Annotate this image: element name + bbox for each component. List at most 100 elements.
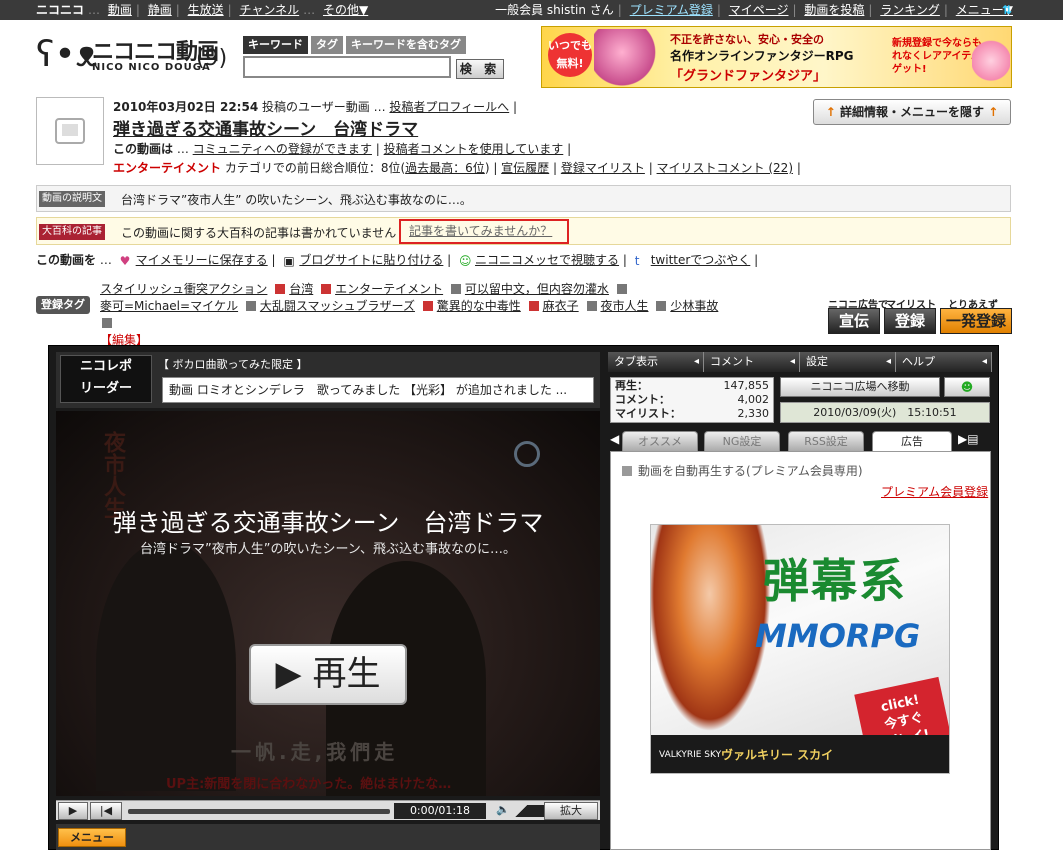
users-icon[interactable]: ☻ [944,377,990,397]
heart-icon: ♥ [119,254,131,268]
save-memory-link[interactable]: マイメモリーに保存する [136,253,268,267]
rank-text: カテゴリでの前日総合順位：8位( [224,161,406,175]
tag-item[interactable]: 大乱闘スマッシュブラザーズ [260,298,415,315]
seek-bar[interactable] [128,809,390,814]
dic-icon[interactable] [102,318,112,328]
twitter-link[interactable]: twitterでつぶやく [651,253,751,267]
mylist-register-button[interactable]: 登録 [884,308,936,334]
dic-icon[interactable] [246,301,257,311]
tab-rss-settings[interactable]: RSS設定 [788,431,864,451]
dic-icon[interactable] [586,301,597,311]
nav-ranking[interactable]: ランキング [880,3,940,17]
panel-tab-display[interactable]: タブ表示 [608,352,704,372]
stat-value: 4,002 [737,393,770,406]
panel-tab-settings[interactable]: 設定 [800,352,896,372]
nicorepo-news[interactable]: 動画 ロミオとシンデレラ 歌ってみました 【光彩】 が追加されました ... [162,377,594,403]
tag-list: スタイリッシュ衝突アクション 台湾 エンターテイメント 可以留中文，但内容勿灌水… [100,281,730,349]
stat-mylists: マイリスト： 2,330 [615,407,769,421]
tag-item[interactable]: 台湾 [289,281,313,298]
current-datetime: 2010/03/09(火) 15:10:51 [780,402,990,423]
tab-ads[interactable]: 広告 [872,431,952,452]
premium-link[interactable]: プレミアム登録 [630,3,713,17]
search-input[interactable] [243,56,451,78]
plaza-button[interactable]: ニコニコ広場へ移動 [780,377,940,397]
panel-tab-help[interactable]: ヘルプ [896,352,992,372]
tab-scroll-right-icon[interactable]: ▶▤ [958,432,979,446]
quick-register-button[interactable]: 一発登録 [940,308,1012,334]
tag-item[interactable]: 少林事故 [670,298,718,315]
expand-button[interactable]: 拡大 [544,802,598,820]
share-actions: この動画を … ♥ マイメモリーに保存する | ▣ ブログサイトに貼り付ける | ☺… [36,253,759,268]
users-icon: ☺ [459,254,472,268]
mylist-comment-link[interactable]: マイリストコメント (22) [657,161,793,175]
ad-button[interactable]: 宣伝 [828,308,880,334]
tab-scroll-left-icon[interactable]: ◀ [610,432,619,446]
tag-button[interactable]: 登録タグ [36,296,90,314]
search-button[interactable]: 検 索 [456,59,504,79]
scroll-toggle-icon[interactable]: ⇅ [1002,0,1013,20]
nav-seiga[interactable]: 静画 [148,3,172,17]
category-name[interactable]: エンターテイメント [113,161,221,175]
tag-item[interactable]: スタイリッシュ衝突アクション [100,281,267,298]
ad-game-bar: VALKYRIE SKY ヴァルキリー スカイ [651,735,949,773]
blog-embed-link[interactable]: ブログサイトに貼り付ける [299,253,443,267]
dic-icon[interactable] [656,301,667,311]
tag-item[interactable]: 驚異的な中毒性 [437,298,521,315]
mylist-registered-link[interactable]: 登録マイリスト [561,161,645,175]
arrow-up-icon: ↑ [988,105,999,119]
uploader-profile-link[interactable]: 投稿者プロフィールへ [389,100,509,114]
messe-link[interactable]: ニコニコメッセで視聴する [475,253,619,267]
rank-close: ) [484,161,490,175]
nav-douga[interactable]: 動画 [108,3,132,17]
site-logo[interactable]: ʕ•ᴥ ニコニコ動画 NICO NICO DOUGA (9) [36,32,236,80]
global-nav-left: ニコニコ… 動画 | 静画 | 生放送 | チャンネル… その他▼ [36,3,369,17]
panel-ad-banner[interactable]: 弾幕系 MMORPG click!今すぐプレイ! VALKYRIE SKYヴァル… [650,524,950,774]
play-icon[interactable]: ▶ [58,802,88,820]
dic-icon[interactable] [528,301,539,311]
search-tab-keyword-tag[interactable]: キーワードを含むタグ [346,36,466,54]
ad-free-badge: いつでも無料! [548,33,592,77]
tag-item[interactable]: エンターテイメント [335,281,443,298]
search-tab-tag[interactable]: タグ [311,36,343,54]
checkbox-icon[interactable] [622,466,632,476]
nav-live[interactable]: 生放送 [188,3,224,17]
dic-icon[interactable] [616,284,627,294]
player-menu-button[interactable]: メニュー [58,828,126,847]
tag-item[interactable]: 麻衣子 [543,298,579,315]
uploader-comment-link[interactable]: 投稿者コメントを使用しています [384,142,564,156]
tag-item[interactable]: 麥可=Michael=マイケル [100,298,238,315]
rewind-icon[interactable]: |◀ [90,802,122,820]
nav-niconico[interactable]: ニコニコ [36,3,84,17]
tag-item[interactable]: 可以留中文，但内容勿灌水 [465,281,609,298]
hide-details-button[interactable]: ↑ 詳細情報・メニューを隠す ↑ [813,99,1011,125]
dic-icon[interactable] [422,301,433,311]
arrow-up-icon: ↑ [825,105,836,119]
nav-channel[interactable]: チャンネル [240,3,300,17]
autoplay-option[interactable]: 動画を自動再生する(プレミアム会員専用) [622,462,863,479]
dic-icon[interactable] [321,284,332,294]
rank-best-link[interactable]: 過去最高：6位 [405,161,485,175]
top-ad-banner[interactable]: いつでも無料! 不正を許さない、安心・安全の 名作オンラインファンタジーRPG … [541,26,1012,88]
video-title[interactable]: 弾き過ぎる交通事故シーン 台湾ドラマ [113,115,418,140]
tag-item[interactable]: 夜市人生 [600,298,648,315]
dic-icon[interactable] [275,284,286,294]
community-link[interactable]: コミュニティへの登録ができます [193,142,372,156]
stat-views: 再生： 147,855 [615,379,769,393]
search-tab-keyword[interactable]: キーワード [243,36,308,54]
video-screen[interactable]: 夜市人生 一帆.走,我們走 UP主:新聞を閉に合わなかった。絶はまけたな… [56,411,600,796]
nav-upload[interactable]: 動画を投稿 [804,3,864,17]
stat-value: 2,330 [737,407,770,420]
ad-history-link[interactable]: 宣伝履歴 [501,161,549,175]
write-article-link[interactable]: 記事を書いてみませんか？ [399,219,569,244]
video-subtitle-text: 一帆.走,我們走 [231,740,399,764]
dic-icon[interactable] [451,284,462,294]
tab-ng-settings[interactable]: NG設定 [704,431,780,451]
tab-recommend[interactable]: オススメ [622,431,698,451]
premium-register-link[interactable]: プレミアム会員登録 [881,483,988,500]
play-button[interactable]: ▶ 再生 [249,644,407,705]
uploader-thumbnail[interactable] [36,97,104,165]
nav-other[interactable]: その他▼ [323,3,368,17]
panel-tab-comment[interactable]: コメント [704,352,800,372]
search-tabs: キーワード タグ キーワードを含むタグ [243,36,469,54]
nav-mypage[interactable]: マイページ [729,3,789,17]
